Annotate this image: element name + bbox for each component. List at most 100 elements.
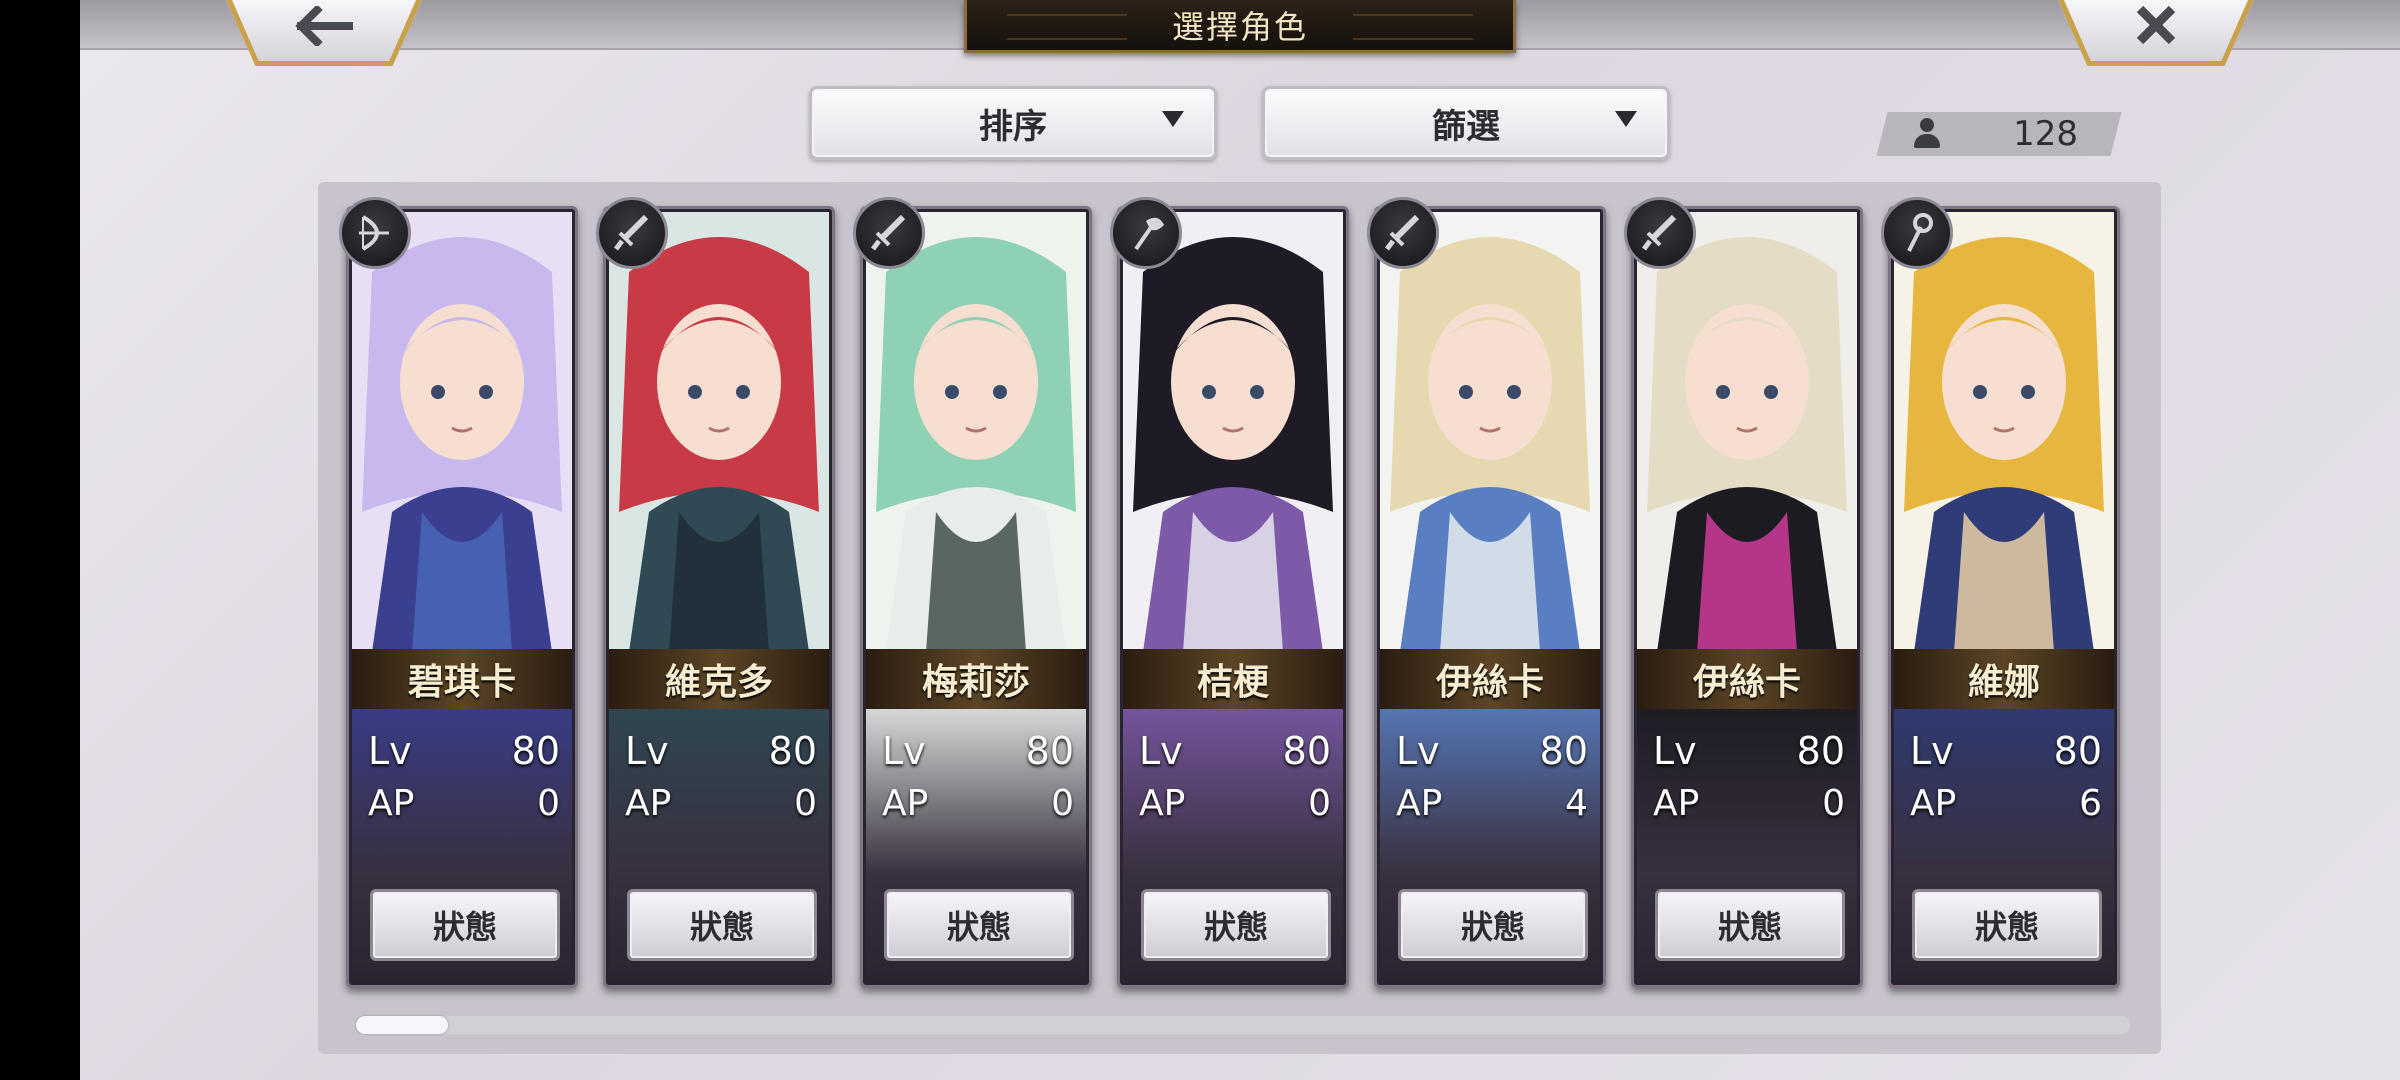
status-button-label: 狀態 <box>689 908 754 946</box>
character-stats: Lv 80 AP 0 狀態 <box>609 709 829 985</box>
character-name: 維娜 <box>1967 661 2040 703</box>
status-button[interactable]: 狀態 <box>1398 889 1588 961</box>
level-value: 80 <box>1796 729 1845 773</box>
ap-value: 0 <box>537 782 560 824</box>
character-portrait <box>1637 212 1857 652</box>
character-stats: Lv 80 AP 0 狀態 <box>866 709 1086 985</box>
character-portrait <box>1380 212 1600 652</box>
ap-label: AP <box>882 782 929 824</box>
character-list-panel: 碧琪卡 Lv 80 AP 0 狀態 維克多 Lv 80 AP 0 狀態 梅莉莎 … <box>318 182 2161 1054</box>
character-name-band: 碧琪卡 <box>352 649 572 709</box>
character-name-band: 伊絲卡 <box>1637 649 1857 709</box>
status-button[interactable]: 狀態 <box>1912 889 2102 961</box>
level-row: Lv 80 <box>625 729 817 773</box>
page-title: 選擇角色 <box>1171 8 1308 46</box>
ap-label: AP <box>1653 782 1700 824</box>
level-label: Lv <box>1653 729 1697 773</box>
status-button-label: 狀態 <box>946 908 1011 946</box>
character-card-3[interactable]: 梅莉莎 Lv 80 AP 0 狀態 <box>853 197 1092 988</box>
owned-count-value: 128 <box>2013 114 2078 154</box>
character-portrait <box>866 212 1086 652</box>
status-button[interactable]: 狀態 <box>370 889 560 961</box>
level-label: Lv <box>1396 729 1440 773</box>
status-button-label: 狀態 <box>1460 908 1525 946</box>
character-card-6[interactable]: 伊絲卡 Lv 80 AP 0 狀態 <box>1624 197 1863 988</box>
ap-value: 6 <box>2079 782 2102 824</box>
level-label: Lv <box>1139 729 1183 773</box>
close-x-icon <box>2134 3 2178 58</box>
person-icon <box>1912 118 1942 150</box>
sort-dropdown[interactable]: 排序 <box>809 86 1217 160</box>
ap-label: AP <box>1396 782 1443 824</box>
character-name: 梅莉莎 <box>921 661 1030 703</box>
character-name-band: 維娜 <box>1894 649 2114 709</box>
level-value: 80 <box>2053 729 2102 773</box>
axe-icon <box>1110 197 1182 269</box>
level-label: Lv <box>1910 729 1954 773</box>
status-button-label: 狀態 <box>1974 908 2039 946</box>
level-row: Lv 80 <box>1653 729 1845 773</box>
status-button[interactable]: 狀態 <box>1655 889 1845 961</box>
character-stats: Lv 80 AP 0 狀態 <box>1637 709 1857 985</box>
status-button-label: 狀態 <box>1203 908 1268 946</box>
ap-row: AP 0 <box>882 781 1074 825</box>
owned-count: 128 <box>1882 112 2116 156</box>
character-portrait <box>352 212 572 652</box>
ap-row: AP 0 <box>625 781 817 825</box>
ap-label: AP <box>625 782 672 824</box>
sword-icon <box>1367 197 1439 269</box>
ap-row: AP 0 <box>1653 781 1845 825</box>
filter-label: 篩選 <box>1432 106 1500 147</box>
character-cards: 碧琪卡 Lv 80 AP 0 狀態 維克多 Lv 80 AP 0 狀態 梅莉莎 … <box>339 197 2146 988</box>
status-button[interactable]: 狀態 <box>884 889 1074 961</box>
character-name-band: 維克多 <box>609 649 829 709</box>
level-row: Lv 80 <box>1910 729 2102 773</box>
sword-icon <box>853 197 925 269</box>
ap-value: 0 <box>794 782 817 824</box>
character-card-4[interactable]: 桔梗 Lv 80 AP 0 狀態 <box>1110 197 1349 988</box>
sword-icon <box>596 197 668 269</box>
character-card-2[interactable]: 維克多 Lv 80 AP 0 狀態 <box>596 197 835 988</box>
character-portrait <box>1123 212 1343 652</box>
ap-value: 0 <box>1822 782 1845 824</box>
character-stats: Lv 80 AP 0 狀態 <box>352 709 572 985</box>
back-button[interactable] <box>226 0 422 66</box>
level-label: Lv <box>882 729 926 773</box>
arrow-left-icon <box>295 3 353 57</box>
level-row: Lv 80 <box>1139 729 1331 773</box>
ap-label: AP <box>1139 782 1186 824</box>
status-button[interactable]: 狀態 <box>627 889 817 961</box>
bow-icon <box>339 197 411 269</box>
character-name-band: 桔梗 <box>1123 649 1343 709</box>
ap-row: AP 6 <box>1910 781 2102 825</box>
level-label: Lv <box>368 729 412 773</box>
game-screen: 選擇角色 排序 篩選 128 碧琪卡 Lv 80 AP 0 狀態 維克多 Lv … <box>80 0 2400 1080</box>
chevron-down-icon <box>1615 111 1637 127</box>
status-button[interactable]: 狀態 <box>1141 889 1331 961</box>
staff-icon <box>1881 197 1953 269</box>
status-button-label: 狀態 <box>1717 908 1782 946</box>
ap-value: 4 <box>1565 782 1588 824</box>
filter-dropdown[interactable]: 篩選 <box>1262 86 1670 160</box>
ap-row: AP 4 <box>1396 781 1588 825</box>
character-name: 伊絲卡 <box>1692 661 1801 703</box>
character-name: 伊絲卡 <box>1435 661 1544 703</box>
ap-label: AP <box>368 782 415 824</box>
level-value: 80 <box>1539 729 1588 773</box>
scrollbar-thumb[interactable] <box>356 1016 448 1034</box>
ap-row: AP 0 <box>1139 781 1331 825</box>
character-card-5[interactable]: 伊絲卡 Lv 80 AP 4 狀態 <box>1367 197 1606 988</box>
sort-label: 排序 <box>979 106 1047 147</box>
ap-value: 0 <box>1051 782 1074 824</box>
level-value: 80 <box>511 729 560 773</box>
character-name-band: 伊絲卡 <box>1380 649 1600 709</box>
character-name: 桔梗 <box>1196 661 1269 703</box>
character-card-1[interactable]: 碧琪卡 Lv 80 AP 0 狀態 <box>339 197 578 988</box>
horizontal-scrollbar[interactable] <box>356 1016 2130 1034</box>
close-button[interactable] <box>2058 0 2254 66</box>
status-button-label: 狀態 <box>432 908 497 946</box>
character-name-band: 梅莉莎 <box>866 649 1086 709</box>
character-stats: Lv 80 AP 6 狀態 <box>1894 709 2114 985</box>
character-card-7[interactable]: 維娜 Lv 80 AP 6 狀態 <box>1881 197 2120 988</box>
character-name: 碧琪卡 <box>407 661 516 703</box>
